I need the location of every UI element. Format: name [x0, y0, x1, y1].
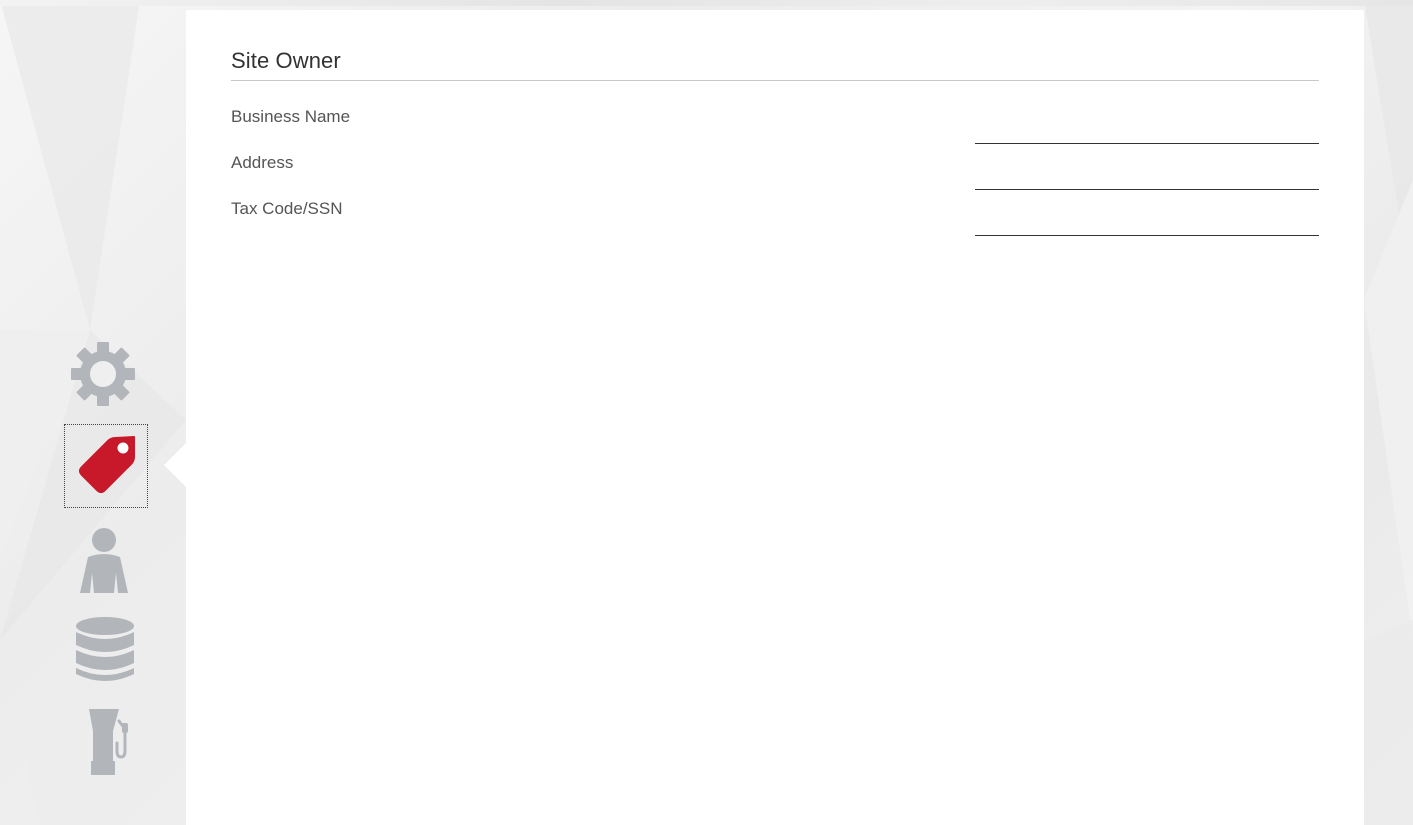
person-icon	[80, 528, 128, 593]
tag-icon	[79, 436, 135, 493]
form-row-address: Address	[186, 153, 1364, 193]
title-divider	[231, 80, 1319, 81]
business-name-input[interactable]	[975, 119, 1319, 144]
tax-code-input[interactable]	[975, 211, 1319, 236]
form-row-business-name: Business Name	[186, 107, 1364, 147]
section-title: Site Owner	[231, 48, 341, 73]
top-stripe	[0, 0, 1413, 6]
gear-icon	[71, 342, 135, 406]
form-row-tax-code: Tax Code/SSN	[186, 199, 1364, 239]
content-panel: Site Owner Business Name Address Tax Cod…	[186, 10, 1364, 825]
tax-code-label: Tax Code/SSN	[231, 199, 343, 218]
sidebar-item-tags[interactable]	[64, 424, 148, 508]
business-name-label: Business Name	[231, 107, 351, 126]
fuel-pump-icon	[89, 709, 128, 775]
database-icon	[76, 617, 134, 681]
sidebar-item-fuel[interactable]	[64, 700, 146, 782]
sidebar-item-settings[interactable]	[62, 333, 144, 415]
address-label: Address	[231, 153, 294, 172]
sidebar-nav	[0, 0, 186, 825]
sidebar-item-database[interactable]	[64, 608, 146, 690]
address-input[interactable]	[975, 165, 1319, 190]
active-item-pointer	[164, 443, 186, 487]
sidebar-item-user[interactable]	[63, 518, 145, 600]
